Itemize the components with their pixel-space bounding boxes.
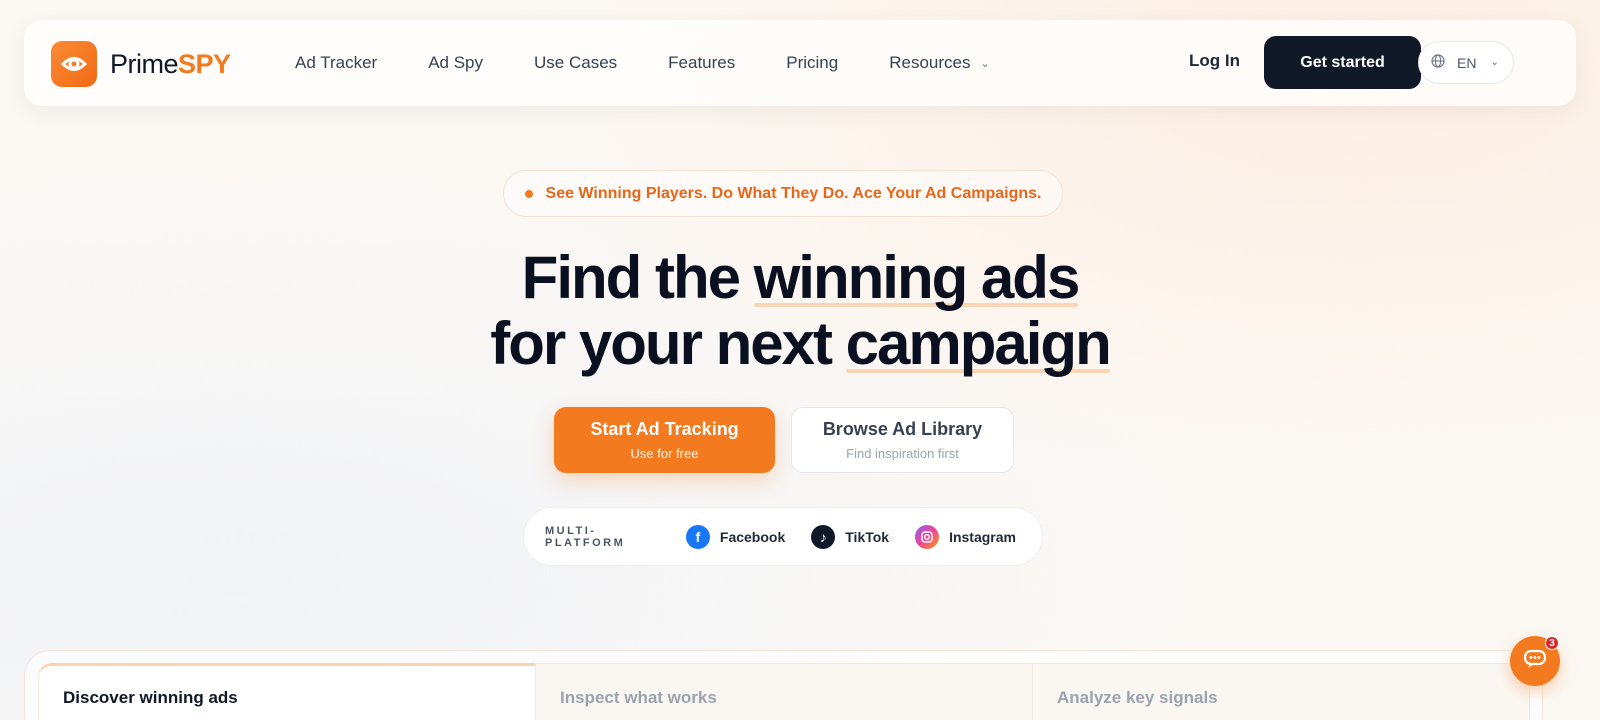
start-ad-tracking-sublabel: Use for free	[630, 446, 699, 461]
brand-logo[interactable]: PrimeSPY	[51, 41, 231, 87]
browse-ad-library-label: Browse Ad Library	[822, 419, 983, 439]
top-navigation: PrimeSPY Ad Tracker Ad Spy Use Cases Fea…	[24, 20, 1576, 106]
nav-link-use-cases[interactable]: Use Cases	[534, 53, 617, 73]
tab-label: Analyze key signals	[1057, 688, 1218, 707]
tab-label: Inspect what works	[560, 688, 717, 707]
tagline-text: See Winning Players. Do What They Do. Ac…	[545, 184, 1042, 202]
nav-links: Ad Tracker Ad Spy Use Cases Features Pri…	[295, 20, 1041, 106]
platform-tiktok: ♪ TikTok	[811, 524, 890, 549]
tiktok-icon: ♪	[811, 524, 836, 549]
nav-link-resources[interactable]: Resources ⌄	[889, 53, 989, 73]
tab-inspect-what-works[interactable]: Inspect what works	[535, 663, 1033, 720]
platform-name: Instagram	[949, 528, 1016, 545]
tagline-pill: See Winning Players. Do What They Do. Ac…	[503, 170, 1063, 217]
get-started-button[interactable]: Get started	[1264, 36, 1421, 89]
login-link[interactable]: Log In	[1189, 51, 1240, 71]
nav-link-ad-spy[interactable]: Ad Spy	[428, 53, 483, 73]
bullet-dot-icon	[524, 189, 533, 198]
globe-icon	[1431, 54, 1445, 71]
instagram-icon	[915, 524, 940, 549]
platform-strip: MULTI-PLATFORM f Facebook ♪ TikTok Insta…	[523, 507, 1043, 566]
platform-name: Facebook	[719, 528, 786, 545]
tab-analyze-key-signals[interactable]: Analyze key signals	[1032, 663, 1530, 720]
language-code: EN	[1457, 54, 1477, 71]
start-ad-tracking-button[interactable]: Start Ad Tracking Use for free	[554, 407, 775, 473]
chat-unread-badge: 3	[1545, 636, 1559, 650]
nav-link-ad-tracker[interactable]: Ad Tracker	[295, 53, 377, 73]
feature-panel: Discover winning ads Inspect what works …	[24, 650, 1543, 720]
start-ad-tracking-label: Start Ad Tracking	[590, 419, 739, 439]
platform-instagram: Instagram	[915, 524, 1016, 549]
chevron-down-icon: ⌄	[1490, 57, 1499, 68]
hero-headline: Find the winning ads for your next campa…	[0, 245, 1600, 377]
headline-highlight-2: campaign	[845, 310, 1112, 377]
platform-facebook: f Facebook	[685, 524, 786, 549]
headline-line2-text: for your next	[490, 310, 833, 377]
browse-ad-library-sublabel: Find inspiration first	[846, 446, 959, 461]
platform-strip-label: MULTI-PLATFORM	[545, 524, 626, 549]
nav-link-resources-label: Resources	[889, 53, 971, 72]
headline-line1-text: Find the	[521, 244, 741, 311]
tab-label: Discover winning ads	[63, 688, 238, 707]
eye-logo-icon	[51, 41, 97, 87]
chat-bubble-icon	[1523, 648, 1547, 675]
platform-name: TikTok	[845, 528, 890, 545]
brand-name: PrimeSPY	[110, 48, 231, 79]
tab-discover-winning-ads[interactable]: Discover winning ads	[38, 663, 536, 720]
nav-link-features[interactable]: Features	[668, 53, 735, 73]
browse-ad-library-button[interactable]: Browse Ad Library Find inspiration first	[791, 407, 1014, 473]
language-selector[interactable]: EN ⌄	[1418, 41, 1514, 84]
chevron-down-icon: ⌄	[980, 57, 990, 70]
facebook-icon: f	[685, 524, 710, 549]
headline-highlight-1: winning ads	[753, 244, 1080, 311]
nav-link-pricing[interactable]: Pricing	[786, 53, 838, 73]
